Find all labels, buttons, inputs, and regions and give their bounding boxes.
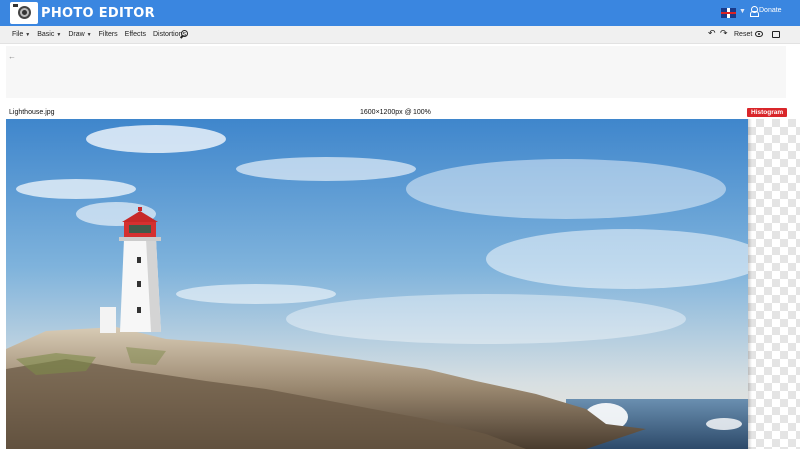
menu-basic[interactable]: Basic ▼ [37,31,61,38]
menu-filters-label: Filters [98,31,118,38]
eye-icon[interactable] [755,31,763,37]
chevron-down-icon: ▼ [25,31,31,38]
zoom-level[interactable]: 100% [413,109,431,116]
undo-icon[interactable]: ↶ [708,28,716,39]
chevron-down-icon: ▼ [86,31,92,38]
canvas-shadow [748,119,752,449]
search-icon[interactable] [180,30,188,38]
app-logo[interactable]: PHOTO EDITOR [10,2,155,24]
arrow-left-icon[interactable]: ← [8,52,16,61]
menu-effects-label: Effects [124,31,146,38]
menu-draw-label: Draw [68,31,85,38]
reset-button[interactable]: Reset [734,31,752,38]
menu-basic-label: Basic [37,31,55,38]
uk-flag-icon[interactable] [721,8,736,18]
filename-label: Lighthouse.jpg [9,109,55,116]
menu-file-label: File [12,31,24,38]
donate-button[interactable]: Donate [750,6,782,17]
donate-label: Donate [759,7,782,14]
transparent-canvas-area [748,119,800,449]
image-dimensions: 1600×1200px @ [360,109,412,116]
image-canvas[interactable] [6,119,748,449]
app-title: PHOTO EDITOR [41,5,155,21]
tool-options-panel [6,46,786,98]
histogram-button[interactable]: Histogram [747,108,788,117]
print-icon[interactable] [772,31,780,38]
menu-file[interactable]: File ▼ [12,31,30,38]
chevron-down-icon: ▼ [56,31,62,38]
menu-filters[interactable]: Filters [99,31,118,38]
menu-effects[interactable]: Effects [125,31,146,38]
user-icon [750,6,759,17]
app-header: PHOTO EDITOR ▼ Donate [0,0,800,26]
menu-draw[interactable]: Draw ▼ [68,31,91,38]
camera-icon [10,2,38,24]
lighthouse-photo [6,119,748,449]
toolbar: File ▼ Basic ▼ Draw ▼ Filters Effects Disto… [0,26,800,44]
redo-icon[interactable]: ↷ [720,28,728,39]
main-menu: File ▼ Basic ▼ Draw ▼ Filters Effects Disto… [12,31,193,38]
chevron-down-icon[interactable]: ▼ [739,8,746,15]
